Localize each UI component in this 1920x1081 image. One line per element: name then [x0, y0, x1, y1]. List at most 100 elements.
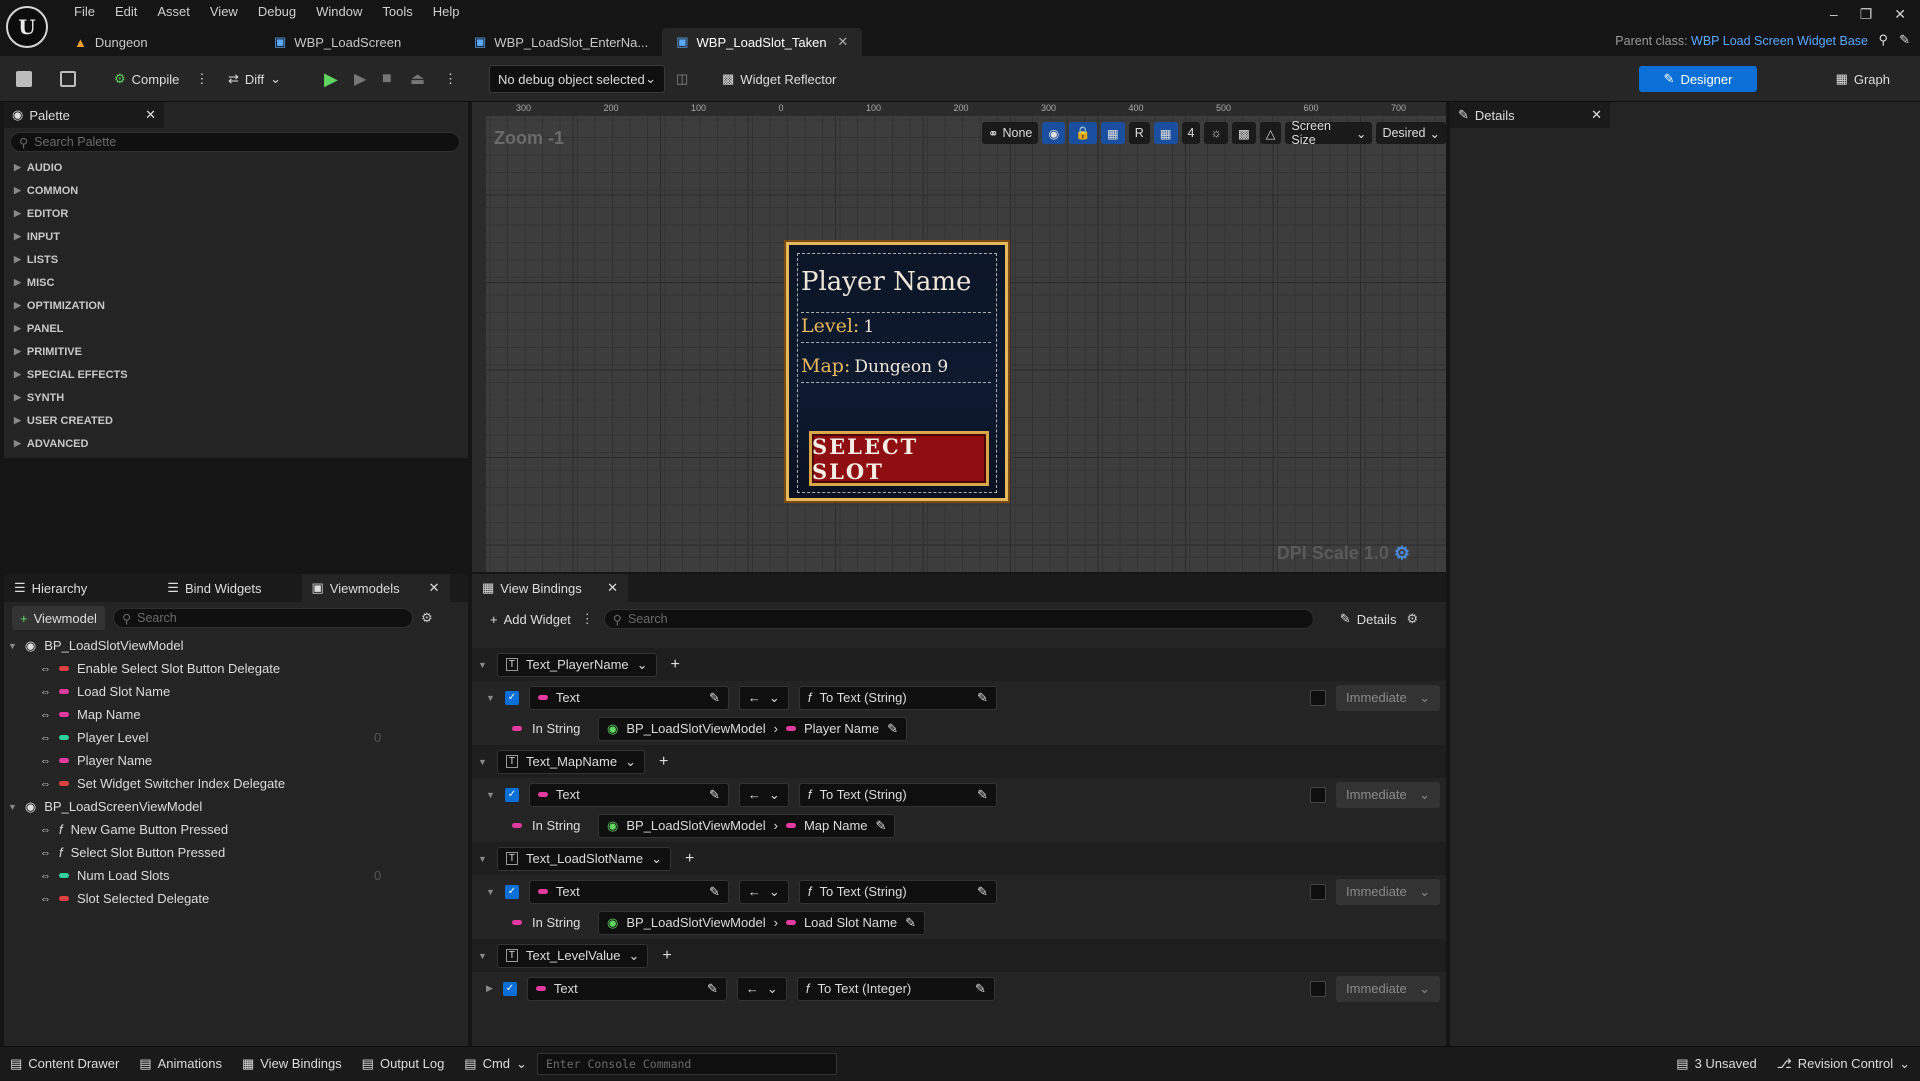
- menu-view[interactable]: View: [200, 2, 248, 21]
- restore-icon[interactable]: ❐: [1860, 6, 1873, 23]
- palette-category[interactable]: ▶ SPECIAL EFFECTS: [4, 363, 468, 386]
- close-icon[interactable]: ✕: [607, 580, 618, 596]
- palette-category[interactable]: ▶ MISC: [4, 271, 468, 294]
- widget-property-selector[interactable]: Text ✎: [528, 782, 729, 807]
- binding-enabled-checkbox[interactable]: ✓: [502, 981, 517, 996]
- palette-category[interactable]: ▶ EDITOR: [4, 202, 468, 225]
- stop-icon[interactable]: ■: [382, 64, 392, 94]
- palette-search-input[interactable]: ⚲ Search Palette: [10, 132, 460, 152]
- close-window-icon[interactable]: ✕: [1894, 6, 1906, 23]
- tab-viewmodels[interactable]: ▣ Viewmodels ✕: [301, 574, 450, 602]
- palette-category[interactable]: ▶ LISTS: [4, 248, 468, 271]
- flip-icon[interactable]: △: [1259, 122, 1282, 144]
- binding-enabled-checkbox[interactable]: ✓: [504, 884, 519, 899]
- more-options-icon[interactable]: ⋮: [581, 611, 594, 627]
- designer-button[interactable]: ✎ Designer: [1639, 66, 1757, 92]
- gear-icon[interactable]: ⚙: [1394, 543, 1410, 563]
- image-icon[interactable]: ▩: [1231, 122, 1256, 144]
- respect-locks-button[interactable]: R: [1128, 122, 1150, 144]
- collapse-triangle-icon[interactable]: ▼: [478, 660, 487, 670]
- viewmodel-property[interactable]: ⇔ Map Name: [4, 703, 468, 726]
- conversion-function-selector[interactable]: f To Text (String) ✎: [798, 879, 997, 904]
- update-mode-dropdown[interactable]: Immediate ⌄: [1336, 975, 1440, 1002]
- add-binding-icon[interactable]: +: [659, 753, 668, 771]
- binding-direction-selector[interactable]: ← ⌄: [738, 782, 789, 807]
- details-tab[interactable]: ✎ Details ✕: [1450, 102, 1610, 128]
- collapse-triangle-icon[interactable]: ▼: [8, 641, 17, 651]
- viewmodel-property[interactable]: ⇔ f New Game Button Pressed: [4, 818, 468, 841]
- binding-direction-selector[interactable]: ← ⌄: [738, 879, 789, 904]
- widget-selector[interactable]: T Text_LoadSlotName ⌄: [496, 846, 672, 871]
- edit-icon[interactable]: ✎: [709, 690, 720, 706]
- details-button[interactable]: ✎ Details: [1340, 611, 1397, 627]
- once-checkbox[interactable]: [1310, 786, 1326, 803]
- viewmodel-property[interactable]: ⇔ Player Level 0: [4, 726, 468, 749]
- palette-category[interactable]: ▶ ADVANCED: [4, 432, 468, 455]
- argument-source-selector[interactable]: ◉ BP_LoadSlotViewModel › Map Name ✎: [598, 813, 896, 838]
- cmd-dropdown[interactable]: ▤ Cmd ⌄: [454, 1047, 537, 1081]
- expand-triangle-icon[interactable]: ▼: [486, 790, 495, 800]
- palette-category[interactable]: ▶ AUDIO: [4, 156, 468, 179]
- more-options-icon[interactable]: ⋮: [195, 71, 208, 87]
- viewmodel-property[interactable]: ⇔ Enable Select Slot Button Delegate: [4, 657, 468, 680]
- collapse-triangle-icon[interactable]: ▼: [478, 854, 487, 864]
- expand-triangle-icon[interactable]: ▼: [486, 887, 495, 897]
- layout-button[interactable]: ▦: [1100, 122, 1125, 144]
- animations-button[interactable]: ▤ Animations: [129, 1047, 232, 1081]
- settings-icon[interactable]: ⚙: [1406, 611, 1418, 627]
- collapse-triangle-icon[interactable]: ▼: [478, 951, 487, 961]
- tab-bind-widgets[interactable]: ☰ Bind Widgets: [157, 574, 271, 602]
- unreal-logo-icon[interactable]: U: [6, 6, 48, 48]
- select-slot-button[interactable]: SELECT SLOT: [809, 431, 989, 486]
- viewmodel-property[interactable]: ⇔ Player Name: [4, 749, 468, 772]
- add-binding-icon[interactable]: +: [671, 656, 680, 674]
- widget-reflector-button[interactable]: ▩ Widget Reflector: [722, 64, 836, 94]
- viewmodel-property[interactable]: ⇔ Load Slot Name: [4, 680, 468, 703]
- grid-size-button[interactable]: 4: [1181, 122, 1201, 144]
- conversion-function-selector[interactable]: f To Text (String) ✎: [798, 782, 997, 807]
- widget-property-selector[interactable]: Text ✎: [528, 685, 729, 710]
- update-mode-dropdown[interactable]: Immediate ⌄: [1336, 684, 1440, 711]
- parent-class-link[interactable]: WBP Load Screen Widget Base: [1691, 34, 1868, 48]
- palette-category[interactable]: ▶ SYNTH: [4, 386, 468, 409]
- settings-icon[interactable]: ⚙: [421, 610, 433, 626]
- conversion-function-selector[interactable]: f To Text (Integer) ✎: [796, 976, 995, 1001]
- widget-selector[interactable]: T Text_PlayerName ⌄: [496, 652, 657, 677]
- graph-button[interactable]: ▦ Graph: [1836, 66, 1890, 92]
- level-row[interactable]: Level: 1: [801, 315, 874, 337]
- console-input[interactable]: Enter Console Command: [536, 1052, 837, 1075]
- conversion-function-selector[interactable]: f To Text (String) ✎: [798, 685, 997, 710]
- viewmodel-property[interactable]: ⇔ f Select Slot Button Pressed: [4, 841, 468, 864]
- unsaved-button[interactable]: ▤ 3 Unsaved: [1666, 1047, 1766, 1081]
- close-icon[interactable]: ✕: [1591, 107, 1602, 123]
- load-slot-widget-preview[interactable]: Player Name Level: 1 Map: Dungeon 9 SELECT…: [786, 242, 1008, 501]
- once-checkbox[interactable]: [1310, 689, 1326, 706]
- close-icon[interactable]: ✕: [429, 580, 440, 596]
- binding-enabled-checkbox[interactable]: ✓: [504, 690, 519, 705]
- edit-icon[interactable]: ✎: [709, 787, 720, 803]
- edit-icon[interactable]: ✎: [977, 884, 988, 900]
- menu-help[interactable]: Help: [423, 2, 470, 21]
- close-icon[interactable]: ✕: [145, 107, 156, 123]
- palette-category[interactable]: ▶ USER CREATED: [4, 409, 468, 432]
- content-drawer-button[interactable]: ▤ Content Drawer: [0, 1047, 129, 1081]
- collapse-triangle-icon[interactable]: ▼: [478, 757, 487, 767]
- lock-button[interactable]: 🔒: [1069, 122, 1097, 144]
- widget-selector[interactable]: T Text_LevelValue ⌄: [496, 943, 649, 968]
- viewmodel-property[interactable]: ⇔ Set Widget Switcher Index Delegate: [4, 772, 468, 795]
- add-binding-icon[interactable]: +: [685, 850, 694, 868]
- close-tab-icon[interactable]: ✕: [837, 34, 848, 50]
- debug-object-select[interactable]: No debug object selected ⌄: [489, 65, 665, 93]
- widget-property-selector[interactable]: Text ✎: [528, 879, 729, 904]
- more-options-icon[interactable]: ⋮: [444, 64, 457, 94]
- minimize-icon[interactable]: –: [1830, 6, 1838, 23]
- once-checkbox[interactable]: [1310, 883, 1326, 900]
- update-mode-dropdown[interactable]: Immediate ⌄: [1336, 878, 1440, 905]
- viewmodel-search-input[interactable]: ⚲ Search: [112, 608, 413, 628]
- edit-icon[interactable]: ✎: [887, 721, 898, 737]
- palette-category[interactable]: ▶ OPTIMIZATION: [4, 294, 468, 317]
- add-widget-button[interactable]: + Add Widget: [490, 612, 571, 627]
- widget-property-selector[interactable]: Text ✎: [526, 976, 727, 1001]
- edit-icon[interactable]: ✎: [709, 884, 720, 900]
- palette-category[interactable]: ▶ PRIMITIVE: [4, 340, 468, 363]
